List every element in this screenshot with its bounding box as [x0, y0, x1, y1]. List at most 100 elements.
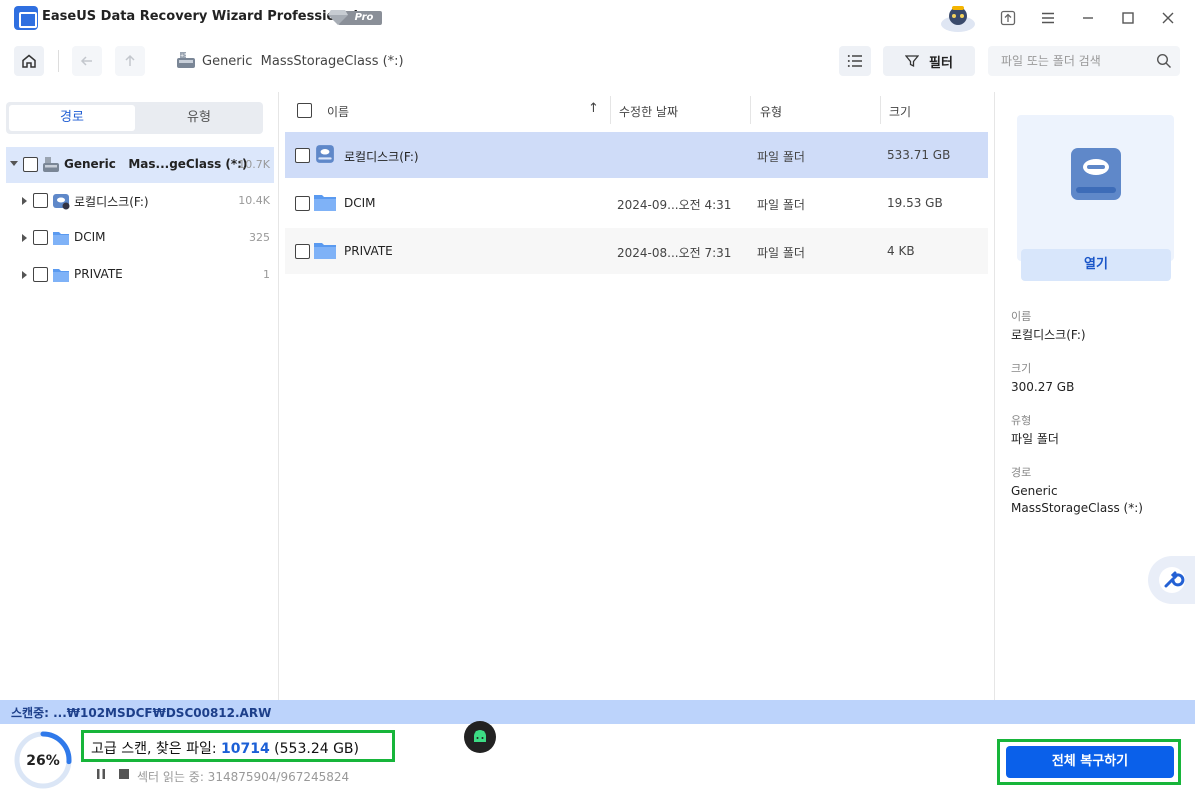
file-size: 19.53 GB: [887, 196, 943, 210]
file-row-local-disk[interactable]: 로컬디스크(F:) 파일 폴더 533.71 GB: [285, 132, 988, 178]
file-size: 4 KB: [887, 244, 915, 258]
preview-type-value: 파일 폴더: [1011, 432, 1059, 446]
preview-type-label: 유형: [1011, 414, 1032, 427]
scan-path-bar: 스캔중: ...₩102MSDCF₩DSC00812.ARW: [0, 700, 1195, 724]
wrench-icon: [1159, 567, 1185, 593]
tree-item-private[interactable]: PRIVATE 1: [6, 257, 274, 293]
view-list-button[interactable]: [839, 46, 871, 76]
open-button[interactable]: 열기: [1021, 249, 1171, 281]
sector-progress-text: 섹터 읽는 중: 314875904/967245824: [137, 770, 350, 784]
tree-item-count: 325: [249, 231, 270, 244]
file-size: 533.71 GB: [887, 148, 951, 162]
column-header-date[interactable]: 수정한 날짜: [619, 103, 678, 120]
checkbox[interactable]: [33, 193, 48, 208]
checkbox[interactable]: [33, 267, 48, 282]
checkbox[interactable]: [23, 157, 38, 172]
menu-icon[interactable]: [1034, 4, 1062, 32]
pro-badge: Pro: [328, 8, 384, 26]
app-logo-icon: [14, 6, 38, 30]
tree-item-count: 10.4K: [238, 194, 270, 207]
view-mode-toggle: 경로 유형: [6, 102, 263, 134]
file-row-dcim[interactable]: DCIM 2024-09...오전 4:31 파일 폴더 19.53 GB: [285, 180, 988, 226]
scan-summary-text: 고급 스캔, 찾은 파일: 10714 (553.24 GB): [91, 738, 359, 758]
bottom-bar: 26% 고급 스캔, 찾은 파일: 10714 (553.24 GB) 섹터 읽…: [0, 721, 1195, 792]
found-file-count: 10714: [221, 741, 270, 757]
tree-item-count: 10.7K: [238, 158, 270, 171]
close-icon[interactable]: [1154, 4, 1182, 32]
scan-path-text: 스캔중: ...₩102MSDCF₩DSC00812.ARW: [11, 706, 272, 720]
column-header-name[interactable]: 이름: [327, 103, 349, 120]
minimize-icon[interactable]: [1074, 4, 1102, 32]
file-row-private[interactable]: PRIVATE 2024-08...오전 7:31 파일 폴더 4 KB: [285, 228, 988, 274]
breadcrumb[interactable]: Generic MassStorageClass (*:): [202, 54, 404, 69]
local-disk-icon: [53, 194, 70, 210]
home-button[interactable]: [14, 46, 44, 76]
column-header-type[interactable]: 유형: [760, 103, 782, 120]
filter-label: 필터: [929, 55, 953, 71]
file-type: 파일 폴더: [757, 246, 805, 260]
tools-button[interactable]: [1148, 556, 1195, 604]
scan-summary: 고급 스캔, 찾은 파일: 10714 (553.24 GB): [81, 721, 496, 762]
funnel-icon: [905, 55, 920, 68]
file-date: 2024-09...오전 4:31: [617, 198, 732, 212]
folder-icon: [314, 195, 336, 211]
svg-text:+5: +5: [180, 53, 187, 59]
left-panel: 경로 유형 Generic Mas...geClass (*:) 10.7K 로…: [0, 92, 279, 700]
checkbox[interactable]: [295, 196, 310, 211]
upgrade-icon[interactable]: [994, 4, 1022, 32]
up-button[interactable]: [115, 46, 145, 76]
checkbox[interactable]: [295, 244, 310, 259]
local-disk-icon: [1071, 148, 1121, 200]
column-divider[interactable]: [610, 96, 611, 124]
title-bar: EaseUS Data Recovery Wizard Professional…: [0, 0, 1195, 36]
file-date: 2024-08...오전 7:31: [617, 246, 732, 260]
expand-arrow-icon[interactable]: [22, 197, 27, 205]
column-header-size[interactable]: 크기: [889, 103, 911, 120]
tree-item-local-disk[interactable]: 로컬디스크(F:) 10.4K: [6, 183, 274, 219]
tab-type[interactable]: 유형: [137, 105, 261, 131]
tree-item-label: DCIM: [74, 230, 106, 244]
folder-icon: [314, 243, 336, 259]
select-all-checkbox[interactable]: [297, 103, 312, 118]
maximize-icon[interactable]: [1114, 4, 1142, 32]
list-view-icon: [847, 55, 862, 67]
column-divider[interactable]: [750, 96, 751, 124]
progress-percent: 26%: [26, 753, 60, 769]
search-box[interactable]: [988, 46, 1180, 76]
column-divider[interactable]: [880, 96, 881, 124]
expand-arrow-icon[interactable]: [22, 271, 27, 279]
recover-all-button[interactable]: 전체 복구하기: [1006, 746, 1174, 778]
local-disk-icon: [316, 145, 334, 163]
user-avatar-icon[interactable]: [938, 4, 978, 32]
back-button[interactable]: [72, 46, 102, 76]
found-size: (553.24 GB): [269, 741, 359, 757]
search-input[interactable]: [988, 46, 1148, 76]
expand-arrow-icon[interactable]: [22, 234, 27, 242]
tree-item-label: PRIVATE: [74, 267, 123, 281]
android-icon[interactable]: [464, 721, 496, 753]
sort-arrow-icon[interactable]: ↑: [588, 101, 599, 116]
file-name: DCIM: [344, 196, 376, 210]
stop-icon[interactable]: [118, 768, 130, 783]
arrow-up-icon: [125, 54, 135, 66]
preview-size-label: 크기: [1011, 362, 1032, 375]
filter-button[interactable]: 필터: [883, 46, 975, 76]
drive-icon: +5: [177, 52, 195, 68]
collapse-arrow-icon[interactable]: [10, 161, 18, 166]
search-icon[interactable]: [1156, 53, 1172, 69]
checkbox[interactable]: [33, 230, 48, 245]
tree-item-dcim[interactable]: DCIM 325: [6, 220, 274, 256]
preview-name-value: 로컬디스크(F:): [1011, 328, 1086, 342]
diamond-icon: [328, 10, 348, 25]
drive-icon: [43, 157, 59, 172]
checkbox[interactable]: [295, 148, 310, 163]
tree-item-generic-drive[interactable]: Generic Mas...geClass (*:) 10.7K: [6, 147, 274, 183]
file-type: 파일 폴더: [757, 198, 805, 212]
tree-item-label: Generic Mas...geClass (*:): [64, 157, 248, 171]
pause-icon[interactable]: [95, 768, 107, 783]
tab-path[interactable]: 경로: [9, 105, 135, 131]
file-name: PRIVATE: [344, 244, 393, 258]
file-list-header: 이름 ↑ 수정한 날짜 유형 크기: [285, 92, 988, 128]
preview-panel: 열기 이름 로컬디스크(F:) 크기 300.27 GB 유형 파일 폴더 경로…: [994, 92, 1195, 700]
folder-icon: [53, 232, 69, 245]
